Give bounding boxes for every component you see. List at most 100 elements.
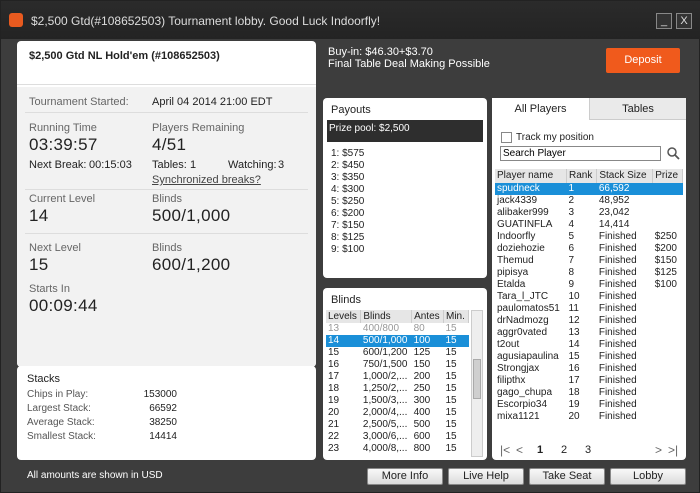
- page-3[interactable]: 3: [585, 444, 591, 456]
- stack-label: Largest Stack:: [27, 403, 91, 414]
- blinds-row[interactable]: 18 1,250/2,... 250 15: [326, 383, 469, 395]
- blinds-row[interactable]: 13 400/800 80 15: [326, 323, 469, 335]
- blinds-row[interactable]: 14 500/1,000 100 15: [326, 335, 469, 347]
- first-page-button[interactable]: |<: [500, 443, 510, 457]
- player-cell: Finished: [598, 231, 637, 242]
- scrollbar-thumb[interactable]: [473, 359, 481, 399]
- player-cell: 9: [568, 279, 575, 290]
- player-cell: $200: [654, 243, 677, 254]
- last-page-button[interactable]: >|: [668, 443, 678, 457]
- next-break-value: 00:15:03: [89, 159, 132, 171]
- player-row[interactable]: spudneck 1 66,592: [495, 183, 683, 195]
- blinds-row[interactable]: 17 1,000/2,... 200 15: [326, 371, 469, 383]
- app-logo-icon: [9, 13, 23, 27]
- page-1[interactable]: 1: [537, 444, 543, 456]
- player-row[interactable]: pipisya 8 Finished $125: [495, 267, 683, 279]
- player-row[interactable]: Indoorfly 5 Finished $250: [495, 231, 683, 243]
- player-row[interactable]: alibaker999 3 23,042: [495, 207, 683, 219]
- tab-tables[interactable]: Tables: [589, 98, 686, 120]
- search-player-input[interactable]: [500, 146, 661, 161]
- blinds-cell: 400/800: [362, 323, 400, 334]
- next-page-button[interactable]: >: [655, 443, 662, 457]
- payout-row: 1: $575: [331, 148, 365, 159]
- blinds-column-header[interactable]: Levels: [326, 310, 362, 323]
- players-column-header[interactable]: Player name: [495, 169, 567, 183]
- blinds-table: Levels Blinds Antes Min. 13 400/800 80 15 14 500…: [326, 310, 469, 455]
- minimize-button[interactable]: _: [656, 13, 672, 29]
- player-cell: 7: [568, 255, 575, 266]
- close-button[interactable]: X: [676, 13, 692, 29]
- blinds-cell: 15: [445, 443, 457, 454]
- player-cell: jack4339: [497, 195, 538, 206]
- blinds-row[interactable]: 16 750/1,500 150 15: [326, 359, 469, 371]
- synchronized-breaks-link[interactable]: Synchronized breaks?: [152, 174, 261, 186]
- blinds-cell: 15: [445, 323, 457, 334]
- player-row[interactable]: agusiapaulina 15 Finished: [495, 351, 683, 363]
- player-cell: Indoorfly: [497, 231, 536, 242]
- player-row[interactable]: Etalda 9 Finished $100: [495, 279, 683, 291]
- blinds-column-header[interactable]: Antes: [411, 310, 444, 323]
- player-cell: Finished: [598, 411, 637, 422]
- take-seat-button[interactable]: Take Seat: [529, 468, 605, 485]
- player-cell: 23,042: [598, 207, 630, 218]
- live-help-button[interactable]: Live Help: [448, 468, 524, 485]
- blinds-header-row: Levels Blinds Antes Min.: [326, 310, 469, 323]
- blinds-row[interactable]: 21 2,500/5,... 500 15: [326, 419, 469, 431]
- player-row[interactable]: Themud 7 Finished $150: [495, 255, 683, 267]
- blinds-row[interactable]: 15 600/1,200 125 15: [326, 347, 469, 359]
- watching-value: 3: [278, 159, 285, 171]
- search-icon[interactable]: [667, 147, 680, 160]
- player-cell: Finished: [598, 339, 637, 350]
- blinds-column-header[interactable]: Min.: [443, 310, 469, 323]
- player-row[interactable]: GUATINFLA 4 14,414: [495, 219, 683, 231]
- tournament-header: [17, 41, 316, 85]
- players-column-header[interactable]: Prize: [652, 169, 683, 183]
- blinds-cell: 600/1,200: [362, 347, 408, 358]
- player-row[interactable]: gago_chupa 18 Finished: [495, 387, 683, 399]
- player-cell: [653, 387, 683, 399]
- blinds-column-header[interactable]: Blinds: [360, 310, 413, 323]
- player-row[interactable]: mixa1121 20 Finished: [495, 411, 683, 423]
- player-row[interactable]: doziehozie 6 Finished $200: [495, 243, 683, 255]
- current-blinds-value: 500/1,000: [152, 206, 231, 225]
- player-row[interactable]: filipthx 17 Finished: [495, 375, 683, 387]
- page-2[interactable]: 2: [561, 444, 567, 456]
- blinds-row[interactable]: 22 3,000/6,... 600 15: [326, 431, 469, 443]
- blinds-row[interactable]: 19 1,500/3,... 300 15: [326, 395, 469, 407]
- deposit-button[interactable]: Deposit: [606, 48, 680, 73]
- payouts-title: Payouts: [331, 104, 371, 116]
- player-cell: 13: [568, 327, 580, 338]
- player-row[interactable]: aggr0vated 13 Finished: [495, 327, 683, 339]
- prize-pool: Prize pool: $2,500: [327, 120, 483, 142]
- players-column-header[interactable]: Stack Size: [596, 169, 654, 183]
- divider: [25, 112, 308, 113]
- player-cell: 66,592: [596, 183, 653, 195]
- player-cell: [653, 339, 683, 351]
- player-row[interactable]: Escorpio34 19 Finished: [495, 399, 683, 411]
- tab-all-players[interactable]: All Players: [492, 98, 589, 120]
- player-row[interactable]: jack4339 2 48,952: [495, 195, 683, 207]
- blinds-row[interactable]: 23 4,000/8,... 800 15: [326, 443, 469, 455]
- player-row[interactable]: paulomatos51 11 Finished: [495, 303, 683, 315]
- player-row[interactable]: Strongjax 16 Finished: [495, 363, 683, 375]
- blinds-cell: 600: [413, 431, 431, 442]
- player-row[interactable]: Tara_l_JTC 10 Finished: [495, 291, 683, 303]
- lobby-button[interactable]: Lobby: [610, 468, 686, 485]
- blinds-scrollbar[interactable]: [471, 310, 483, 457]
- stacks-panel: Stacks Chips in Play: 153000 Largest Stack…: [17, 366, 316, 460]
- player-row[interactable]: t2out 14 Finished: [495, 339, 683, 351]
- more-info-button[interactable]: More Info: [367, 468, 443, 485]
- player-cell: agusiapaulina: [497, 351, 559, 362]
- player-cell: 15: [568, 351, 580, 362]
- blinds-cell: 14: [326, 335, 361, 347]
- track-position-checkbox[interactable]: [501, 132, 512, 143]
- players-column-header[interactable]: Rank: [566, 169, 598, 183]
- blinds-cell: 100: [411, 335, 444, 347]
- blinds-row[interactable]: 20 2,000/4,... 400 15: [326, 407, 469, 419]
- blinds-cell: 4,000/8,...: [362, 443, 408, 454]
- prev-page-button[interactable]: <: [516, 443, 523, 457]
- player-row[interactable]: drNadmozg 12 Finished: [495, 315, 683, 327]
- blinds-cell: 500/1,000: [360, 335, 412, 347]
- running-time-label: Running Time: [29, 122, 97, 134]
- player-cell: [653, 219, 683, 231]
